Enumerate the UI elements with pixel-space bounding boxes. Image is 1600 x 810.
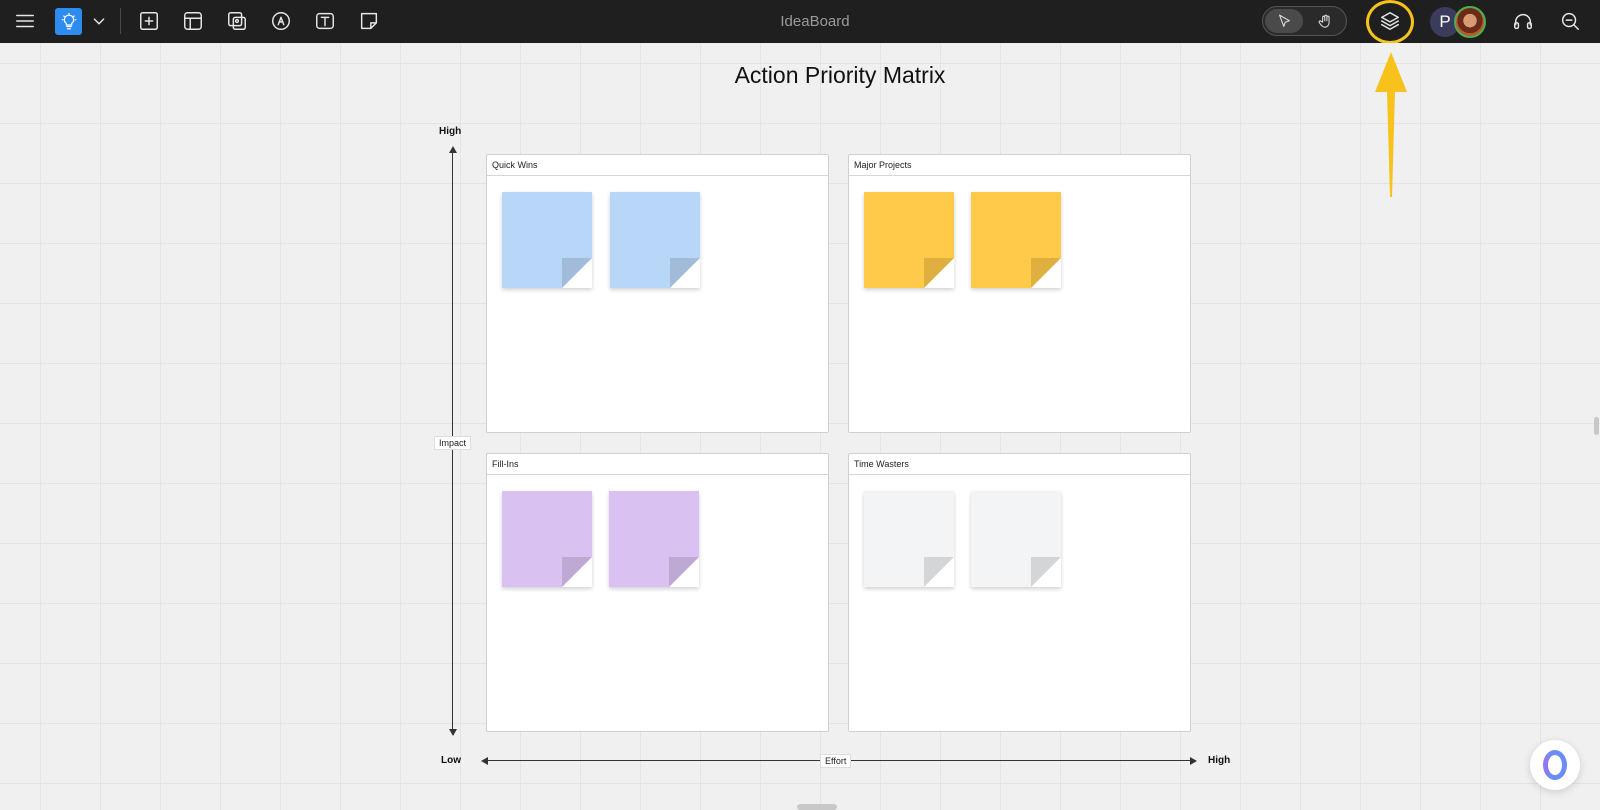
sticky-note[interactable]: [502, 491, 592, 587]
y-axis-label: Impact: [434, 436, 472, 450]
menu-icon[interactable]: [10, 6, 40, 36]
top-toolbar: IdeaBoard P: [0, 0, 1600, 44]
x-axis-arrow-right: [1190, 757, 1197, 765]
sticky-note[interactable]: [609, 491, 699, 587]
toolbar-divider: [120, 8, 121, 34]
chat-assistant-button[interactable]: [1530, 740, 1580, 790]
hand-pan-icon[interactable]: [1306, 9, 1344, 33]
x-axis-label: Effort: [820, 754, 852, 768]
sticky-note[interactable]: [864, 491, 954, 587]
annotation-arrow-icon: [1375, 52, 1407, 197]
media-icon[interactable]: [222, 6, 252, 36]
y-axis-arrow-up: [449, 146, 457, 153]
page-title[interactable]: Action Priority Matrix: [640, 62, 1040, 89]
text-icon[interactable]: [310, 6, 340, 36]
assistant-icon: [1543, 750, 1567, 780]
quadrant-major-projects[interactable]: Major Projects: [848, 154, 1191, 433]
select-cursor-icon[interactable]: [1265, 9, 1303, 33]
add-icon[interactable]: [134, 6, 164, 36]
x-axis-low-label: Low: [441, 755, 461, 766]
pen-icon[interactable]: [266, 6, 296, 36]
quadrant-fill-ins[interactable]: Fill-Ins: [486, 453, 829, 732]
chevron-down-icon[interactable]: [84, 6, 114, 36]
mode-toggle: [1262, 6, 1347, 36]
headphones-icon[interactable]: [1508, 6, 1538, 36]
vertical-scrollbar[interactable]: [1594, 417, 1599, 435]
quadrant-title: Quick Wins: [487, 155, 828, 176]
sticky-note-icon[interactable]: [354, 6, 384, 36]
quadrant-title: Time Wasters: [849, 454, 1190, 475]
layers-icon[interactable]: [1375, 6, 1405, 36]
zoom-out-icon[interactable]: [1555, 6, 1585, 36]
avatar-photo[interactable]: [1454, 6, 1486, 38]
quadrant-title: Major Projects: [849, 155, 1190, 176]
x-axis-high-label: High: [1208, 755, 1231, 766]
template-icon[interactable]: [178, 6, 208, 36]
y-axis-arrow-down: [449, 729, 457, 736]
lightbulb-icon[interactable]: [55, 8, 82, 35]
sticky-note[interactable]: [610, 192, 700, 288]
sticky-note[interactable]: [971, 192, 1061, 288]
y-axis-high-label: High: [439, 126, 462, 137]
app-title: IdeaBoard: [780, 13, 850, 30]
sticky-note[interactable]: [502, 192, 592, 288]
quadrant-quick-wins[interactable]: Quick Wins: [486, 154, 829, 433]
quadrant-time-wasters[interactable]: Time Wasters: [848, 453, 1191, 732]
sticky-note[interactable]: [971, 491, 1061, 587]
x-axis-arrow-left: [481, 757, 488, 765]
sticky-note[interactable]: [864, 192, 954, 288]
horizontal-scrollbar[interactable]: [797, 804, 837, 810]
quadrant-title: Fill-Ins: [487, 454, 828, 475]
